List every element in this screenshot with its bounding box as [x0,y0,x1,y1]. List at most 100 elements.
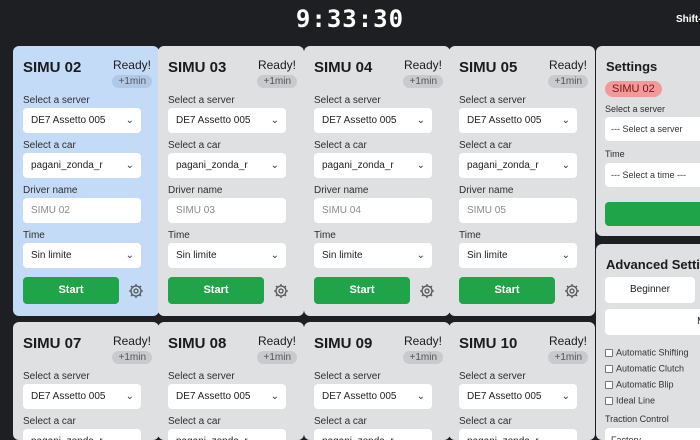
settings-title: Settings [606,59,658,74]
start-button[interactable]: Start [459,277,555,304]
car-label: Select a car [168,416,221,427]
server-select[interactable]: DE7 Assetto 005 ⌄ [23,108,141,133]
chevron-down-icon: ⌄ [270,391,279,402]
traction-label: Traction Control [605,414,669,424]
start-button[interactable]: Start [23,277,119,304]
chevron-down-icon: ⌄ [561,391,570,402]
server-select[interactable]: DE7 Assetto 005 ⌄ [168,108,286,133]
car-select[interactable]: pagani_zonda_r ⌄ [314,153,432,178]
card-title: SIMU 03 [168,59,227,76]
card-title: SIMU 07 [23,335,82,352]
time-select[interactable]: Sin limite ⌄ [314,243,432,268]
driver-name-input[interactable]: SIMU 03 [168,198,286,223]
server-label: Select a server [314,371,381,382]
car-label: Select a car [168,140,221,151]
gear-icon[interactable] [128,283,144,299]
server-select[interactable]: DE7 Assetto 005 ⌄ [459,108,577,133]
time-value: Sin limite [322,250,363,261]
ready-status: Ready! [403,334,442,348]
mode-button[interactable]: Mo [605,309,700,335]
sim-card[interactable]: SIMU 02 Ready! +1min Select a server DE7… [13,46,159,316]
driver-placeholder: SIMU 05 [467,205,506,216]
beginner-button[interactable]: Beginner [605,277,695,303]
server-label: Select a server [168,95,235,106]
start-button[interactable]: Start [168,277,264,304]
automatic-clutch-checkbox[interactable]: Automatic Clutch [605,363,684,375]
car-value: pagani_zonda_r [176,436,248,440]
server-label: Select a server [459,371,526,382]
car-label: Select a car [314,416,367,427]
chevron-down-icon: ⌄ [125,160,134,171]
car-label: Select a car [23,416,76,427]
sim-card[interactable]: SIMU 04 Ready! +1min Select a server DE7… [304,46,450,316]
server-select[interactable]: DE7 Assetto 005 ⌄ [314,384,432,409]
driver-name-input[interactable]: SIMU 02 [23,198,141,223]
car-select[interactable]: pagani_zonda_r ⌄ [459,153,577,178]
start-button[interactable]: Start [314,277,410,304]
selected-sim-chip[interactable]: SIMU 02 [605,81,662,97]
advanced-settings-panel: Advanced Setti Beginner Mo Automatic Shi… [596,244,700,440]
time-badge: +1min [548,75,588,88]
settings-panel: Settings SIMU 02 Select a server --- Sel… [596,46,700,236]
car-value: pagani_zonda_r [467,160,539,171]
sim-card[interactable]: SIMU 08 Ready! +1min Select a server DE7… [158,322,304,440]
time-select[interactable]: Sin limite ⌄ [168,243,286,268]
card-title: SIMU 08 [168,335,227,352]
apply-button[interactable] [605,202,700,226]
sim-card[interactable]: SIMU 09 Ready! +1min Select a server DE7… [304,322,450,440]
time-badge: +1min [257,75,297,88]
server-value: DE7 Assetto 005 [467,115,542,126]
car-value: pagani_zonda_r [467,436,539,440]
server-select[interactable]: DE7 Assetto 005 ⌄ [459,384,577,409]
sim-card[interactable]: SIMU 07 Ready! +1min Select a server DE7… [13,322,159,440]
chevron-down-icon: ⌄ [561,115,570,126]
ready-status: Ready! [257,334,296,348]
time-badge: +1min [403,351,443,364]
automatic-shifting-checkbox[interactable]: Automatic Shifting [605,347,689,359]
shift-hint: Shift- [676,14,700,25]
car-select[interactable]: pagani_zonda_r [23,429,141,440]
time-value: Sin limite [467,250,508,261]
car-value: pagani_zonda_r [176,160,248,171]
clock: 9:33:30 [295,5,405,33]
chevron-down-icon: ⌄ [561,160,570,171]
car-label: Select a car [459,140,512,151]
server-select[interactable]: DE7 Assetto 005 ⌄ [314,108,432,133]
gear-icon[interactable] [564,283,580,299]
ready-status: Ready! [403,58,442,72]
card-title: SIMU 09 [314,335,373,352]
driver-name-input[interactable]: SIMU 04 [314,198,432,223]
chevron-down-icon: ⌄ [270,160,279,171]
car-select[interactable]: pagani_zonda_r ⌄ [168,153,286,178]
server-select[interactable]: DE7 Assetto 005 ⌄ [168,384,286,409]
settings-server-select[interactable]: --- Select a server [605,117,700,141]
automatic-blip-checkbox[interactable]: Automatic Blip [605,379,674,391]
time-label: Time [314,230,336,241]
card-title: SIMU 02 [23,59,82,76]
server-label: Select a server [459,95,526,106]
sim-card[interactable]: SIMU 05 Ready! +1min Select a server DE7… [449,46,595,316]
server-label: Select a server [23,95,90,106]
advanced-title: Advanced Setti [606,257,700,272]
gear-icon[interactable] [273,283,289,299]
sim-card[interactable]: SIMU 03 Ready! +1min Select a server DE7… [158,46,304,316]
car-select[interactable]: pagani_zonda_r [168,429,286,440]
settings-time-select[interactable]: --- Select a time --- [605,163,700,187]
server-value: DE7 Assetto 005 [467,391,542,402]
car-select[interactable]: pagani_zonda_r ⌄ [23,153,141,178]
ideal-line-checkbox[interactable]: Ideal Line [605,395,655,407]
time-label: Time [605,149,625,159]
traction-select[interactable]: Factory [605,428,700,440]
gear-icon[interactable] [419,283,435,299]
time-badge: +1min [548,351,588,364]
driver-placeholder: SIMU 02 [31,205,70,216]
chevron-down-icon: ⌄ [270,115,279,126]
card-title: SIMU 10 [459,335,518,352]
server-select[interactable]: DE7 Assetto 005 ⌄ [23,384,141,409]
car-select[interactable]: pagani_zonda_r [314,429,432,440]
time-select[interactable]: Sin limite ⌄ [23,243,141,268]
car-select[interactable]: pagani_zonda_r [459,429,577,440]
time-select[interactable]: Sin limite ⌄ [459,243,577,268]
sim-card[interactable]: SIMU 10 Ready! +1min Select a server DE7… [449,322,595,440]
driver-name-input[interactable]: SIMU 05 [459,198,577,223]
